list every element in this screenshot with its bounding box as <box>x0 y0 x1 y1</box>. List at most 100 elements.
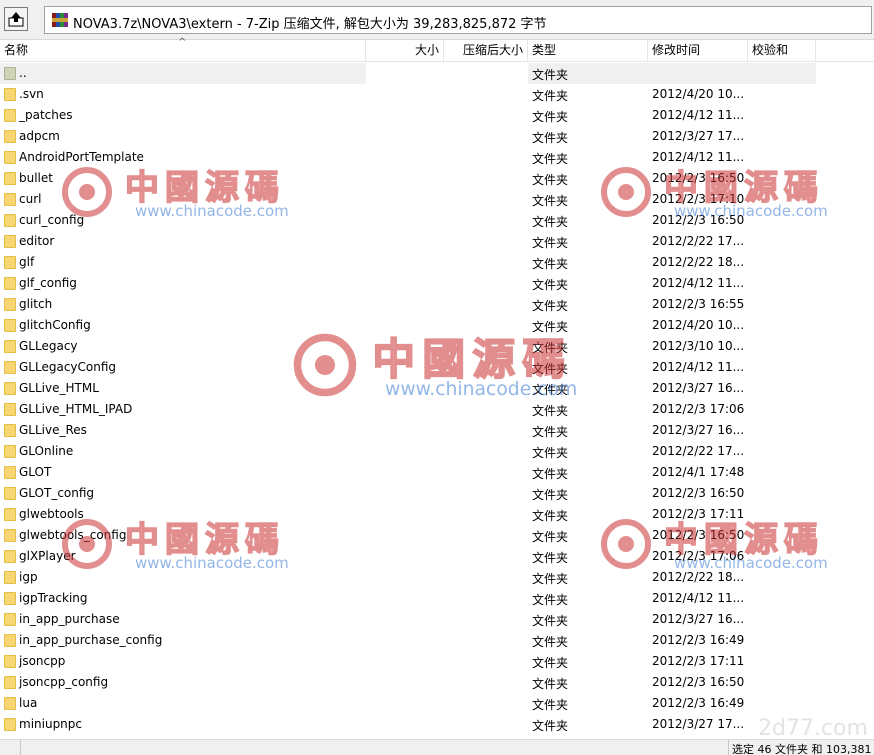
folder-icon <box>4 403 16 416</box>
column-name-label: 名称 <box>4 43 29 57</box>
size-cell <box>366 462 528 483</box>
size-cell <box>366 294 528 315</box>
file-row[interactable]: GLLive_HTML 文件夹 2012/3/27 16... <box>0 378 874 399</box>
file-type: 文件夹 <box>532 593 569 607</box>
parent-folder-row[interactable]: .. 文件夹 <box>0 63 816 84</box>
size-cell <box>366 567 528 588</box>
file-row[interactable]: glwebtools 文件夹 2012/2/3 17:11 <box>0 504 874 525</box>
size-cell <box>366 231 528 252</box>
column-packed-size[interactable]: 压缩后大小 <box>444 40 528 62</box>
folder-icon <box>4 172 16 185</box>
file-row[interactable]: GLOnline 文件夹 2012/2/22 17... <box>0 441 874 462</box>
file-row[interactable]: in_app_purchase_config 文件夹 2012/2/3 16:49 <box>0 630 874 651</box>
file-row[interactable]: editor 文件夹 2012/2/22 17... <box>0 231 874 252</box>
file-row[interactable]: GLOT 文件夹 2012/4/1 17:48 <box>0 462 874 483</box>
file-name: GLOT <box>19 465 52 479</box>
file-row[interactable]: GLLive_HTML_IPAD 文件夹 2012/2/3 17:06 <box>0 399 874 420</box>
folder-icon <box>4 340 16 353</box>
folder-icon <box>4 88 16 101</box>
file-name: in_app_purchase_config <box>19 633 163 647</box>
file-name: glitch <box>19 297 53 311</box>
file-row[interactable]: _patches 文件夹 2012/4/12 11... <box>0 105 874 126</box>
up-folder-button[interactable] <box>4 7 28 31</box>
file-modified: 2012/2/22 17... <box>652 234 745 248</box>
sort-ascending-icon: ^ <box>178 37 187 48</box>
folder-icon <box>4 718 16 731</box>
file-row[interactable]: curl 文件夹 2012/2/3 17:10 <box>0 189 874 210</box>
file-row[interactable]: glXPlayer 文件夹 2012/2/3 17:06 <box>0 546 874 567</box>
file-row[interactable]: GLLegacy 文件夹 2012/3/10 10... <box>0 336 874 357</box>
folder-icon <box>4 193 16 206</box>
file-row[interactable]: glitchConfig 文件夹 2012/4/20 10... <box>0 315 874 336</box>
file-row[interactable]: glf 文件夹 2012/2/22 18... <box>0 252 874 273</box>
file-type: 文件夹 <box>532 194 569 208</box>
folder-icon <box>4 487 16 500</box>
folder-icon <box>4 634 16 647</box>
file-row[interactable]: igpTracking 文件夹 2012/4/12 11... <box>0 588 874 609</box>
file-name: glitchConfig <box>19 318 91 332</box>
file-row[interactable]: igp 文件夹 2012/2/22 18... <box>0 567 874 588</box>
file-row[interactable]: AndroidPortTemplate 文件夹 2012/4/12 11... <box>0 147 874 168</box>
file-row[interactable]: GLLive_Res 文件夹 2012/3/27 16... <box>0 420 874 441</box>
file-name: glf <box>19 255 35 269</box>
file-row[interactable]: miniupnpc 文件夹 2012/3/27 17... <box>0 714 874 735</box>
size-cell <box>366 147 528 168</box>
file-modified: 2012/4/12 11... <box>652 108 745 122</box>
file-name: GLLive_Res <box>19 423 87 437</box>
size-cell <box>366 420 528 441</box>
file-row[interactable]: glitch 文件夹 2012/2/3 16:55 <box>0 294 874 315</box>
folder-icon <box>4 550 16 563</box>
file-row[interactable]: bullet 文件夹 2012/2/3 16:50 <box>0 168 874 189</box>
folder-icon <box>4 319 16 332</box>
folder-icon <box>4 256 16 269</box>
size-cell <box>366 693 528 714</box>
file-row[interactable]: lua 文件夹 2012/2/3 16:49 <box>0 693 874 714</box>
folder-icon <box>4 697 16 710</box>
file-modified: 2012/2/3 17:11 <box>652 507 745 521</box>
size-cell <box>366 504 528 525</box>
file-row[interactable]: jsoncpp_config 文件夹 2012/2/3 16:50 <box>0 672 874 693</box>
file-row[interactable]: glf_config 文件夹 2012/4/12 11... <box>0 273 874 294</box>
size-cell <box>366 714 528 735</box>
file-modified: 2012/3/27 17... <box>652 717 745 731</box>
file-type: 文件夹 <box>532 341 569 355</box>
file-name: glwebtools <box>19 507 84 521</box>
file-modified: 2012/4/1 17:48 <box>652 465 745 479</box>
file-name: .. <box>19 66 27 80</box>
folder-icon <box>4 382 16 395</box>
file-modified: 2012/3/27 16... <box>652 612 745 626</box>
size-cell <box>366 168 528 189</box>
folder-icon <box>4 466 16 479</box>
folder-icon <box>4 361 16 374</box>
file-type: 文件夹 <box>532 614 569 628</box>
folder-icon <box>4 214 16 227</box>
file-modified: 2012/2/3 16:50 <box>652 171 745 185</box>
file-modified: 2012/3/27 16... <box>652 423 745 437</box>
file-row[interactable]: GLOT_config 文件夹 2012/2/3 16:50 <box>0 483 874 504</box>
folder-icon <box>4 151 16 164</box>
column-type[interactable]: 类型 <box>528 40 648 62</box>
file-modified: 2012/4/12 11... <box>652 360 745 374</box>
file-modified: 2012/2/22 17... <box>652 444 745 458</box>
size-cell <box>366 336 528 357</box>
file-modified: 2012/2/3 16:49 <box>652 696 745 710</box>
file-row[interactable]: .svn 文件夹 2012/4/20 10... <box>0 84 874 105</box>
column-checksum[interactable]: 校验和 <box>748 40 816 62</box>
file-name: AndroidPortTemplate <box>19 150 144 164</box>
file-row[interactable]: in_app_purchase 文件夹 2012/3/27 16... <box>0 609 874 630</box>
path-field[interactable]: NOVA3.7z\NOVA3\extern - 7-Zip 压缩文件, 解包大小… <box>44 6 872 34</box>
file-row[interactable]: glwebtools_config 文件夹 2012/2/3 16:50 <box>0 525 874 546</box>
file-row[interactable]: GLLegacyConfig 文件夹 2012/4/12 11... <box>0 357 874 378</box>
column-modified[interactable]: 修改时间 <box>648 40 748 62</box>
file-type: 文件夹 <box>532 425 569 439</box>
file-row[interactable]: jsoncpp 文件夹 2012/2/3 17:11 <box>0 651 874 672</box>
file-modified: 2012/3/27 16... <box>652 381 745 395</box>
file-name: GLLive_HTML <box>19 381 99 395</box>
file-row[interactable]: adpcm 文件夹 2012/3/27 17... <box>0 126 874 147</box>
file-type: 文件夹 <box>532 68 569 82</box>
column-size[interactable]: 大小 <box>366 40 444 62</box>
file-type: 文件夹 <box>532 257 569 271</box>
file-row[interactable]: curl_config 文件夹 2012/2/3 16:50 <box>0 210 874 231</box>
file-modified: 2012/2/3 16:55 <box>652 297 745 311</box>
file-type: 文件夹 <box>532 215 569 229</box>
